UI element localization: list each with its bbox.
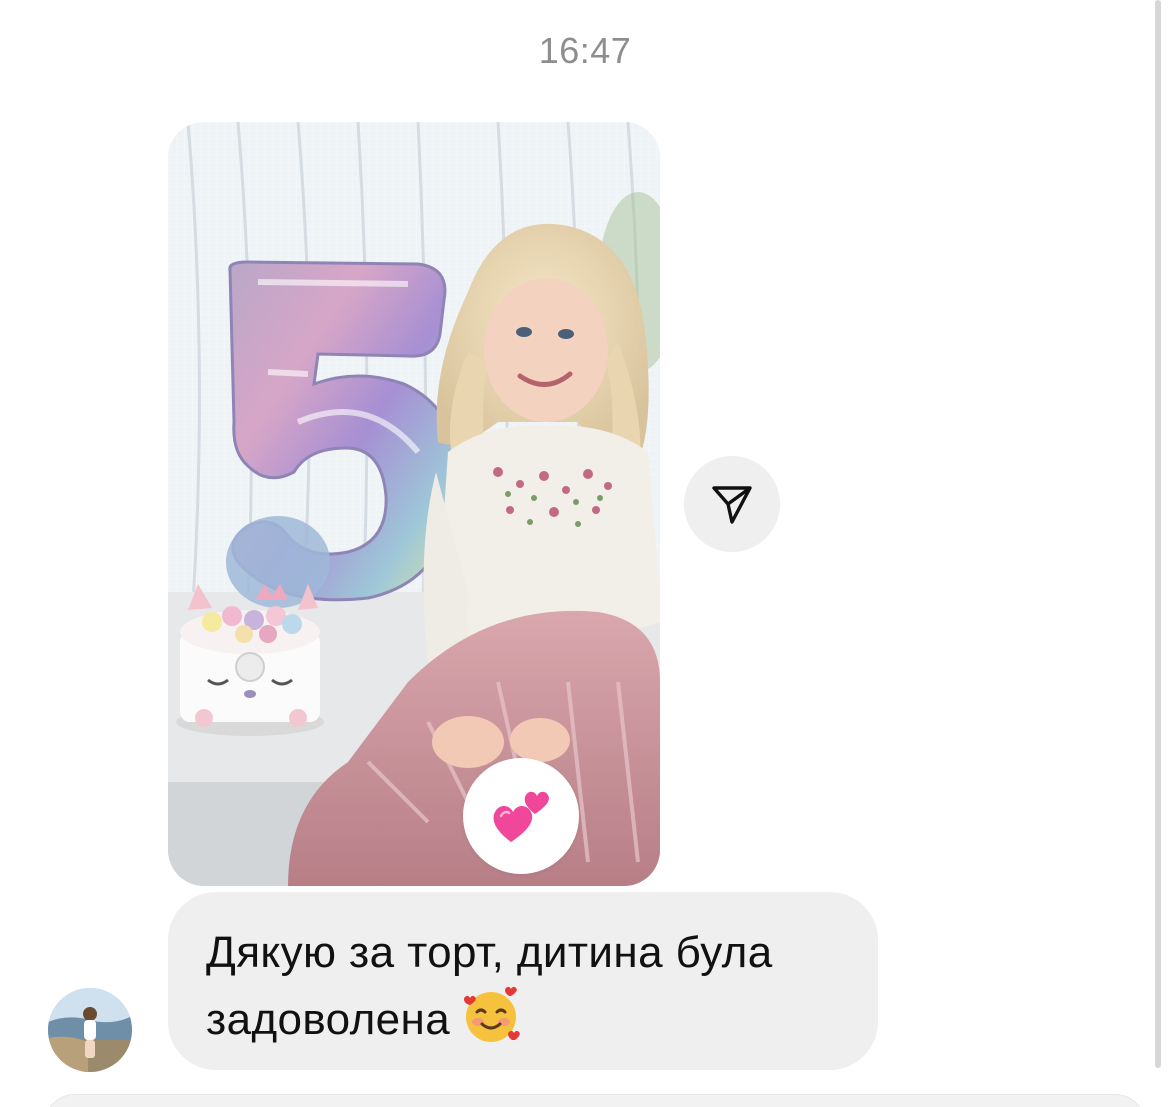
message-text-word: задоволена — [206, 995, 451, 1044]
message-reaction[interactable] — [463, 758, 579, 874]
message-composer[interactable] — [44, 1094, 1146, 1107]
scrollbar[interactable] — [1155, 0, 1161, 1068]
message-text-line-2: задоволена — [206, 984, 840, 1063]
sender-avatar[interactable] — [48, 988, 132, 1072]
two-hearts-icon — [493, 791, 549, 842]
photo-message[interactable] — [168, 122, 660, 886]
paper-plane-icon — [712, 486, 752, 524]
text-message-bubble[interactable]: Дякую за торт, дитина була задоволена — [168, 892, 878, 1070]
message-text-line-1: Дякую за торт, дитина була — [206, 928, 773, 977]
chat-screen: 16:47 Дякую за торт, дитина була задовол… — [0, 0, 1170, 1107]
smiling-face-with-hearts-icon — [460, 984, 522, 1063]
sender-avatar-image — [48, 988, 132, 1072]
photo-message-image — [168, 122, 660, 886]
share-button[interactable] — [684, 456, 780, 552]
message-timestamp: 16:47 — [538, 30, 632, 71]
